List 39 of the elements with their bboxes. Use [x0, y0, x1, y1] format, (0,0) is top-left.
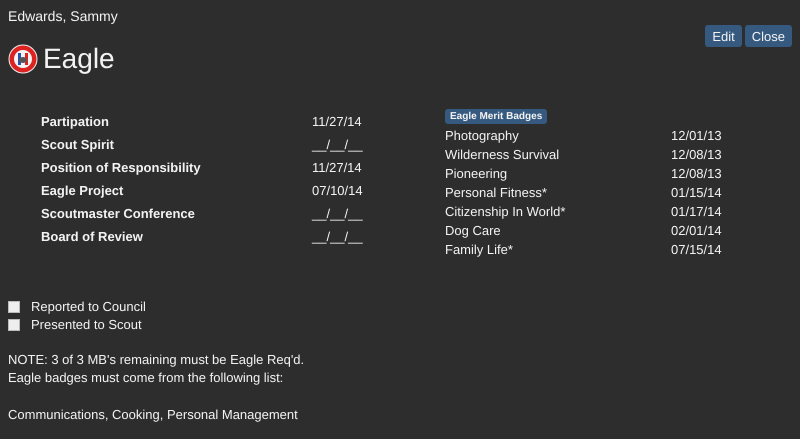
- scout-name: Edwards, Sammy: [8, 8, 118, 24]
- requirement-label: Partipation: [41, 114, 110, 131]
- section-tag: Eagle Merit Badges: [445, 109, 548, 124]
- merit-badge-name: Citizenship In World*: [445, 204, 566, 221]
- merit-badge-name: Personal Fitness*: [445, 185, 548, 202]
- merit-badge-date: 12/08/13: [671, 166, 723, 183]
- requirement-date: __/__/__: [312, 229, 364, 246]
- requirement-date: __/__/__: [312, 137, 364, 154]
- merit-badge-name: Pioneering: [445, 166, 508, 183]
- note-text: Eagle badges must come from the following list:: [8, 370, 284, 385]
- merit-badge-date: 12/01/13: [671, 128, 723, 145]
- badge-list-text: Communications, Cooking, Personal Management: [8, 407, 298, 422]
- requirement-label: Position of Responsibility: [41, 160, 202, 177]
- requirement-label: Scout Spirit: [41, 137, 115, 154]
- note-text: NOTE: 3 of 3 MB's remaining must be Eagle Req'd.: [8, 352, 306, 367]
- checkbox-label: Reported to Council: [31, 299, 146, 314]
- requirement-date: 07/10/14: [312, 183, 364, 200]
- checkbox[interactable]: [8, 300, 20, 312]
- merit-badge-date: 07/15/14: [671, 242, 723, 259]
- requirement-date: __/__/__: [312, 206, 364, 223]
- page-title: Eagle: [43, 43, 115, 75]
- requirement-date: 11/27/14: [312, 114, 363, 131]
- requirement-date: 11/27/14: [312, 160, 363, 177]
- merit-badge-date: 02/01/14: [671, 223, 723, 240]
- merit-badge-name: Dog Care: [445, 223, 502, 240]
- checkbox-label: Presented to Scout: [31, 317, 142, 332]
- merit-badge-date: 12/08/13: [671, 147, 723, 164]
- edit-button[interactable]: Edit: [705, 25, 742, 47]
- requirement-label: Board of Review: [41, 229, 144, 246]
- merit-badge-date: 01/15/14: [671, 185, 723, 202]
- close-button[interactable]: Close: [744, 25, 792, 47]
- requirement-label: Scoutmaster Conference: [41, 206, 196, 223]
- badge-emblem-icon: [8, 44, 38, 74]
- merit-badge-name: Family Life*: [445, 242, 514, 259]
- merit-badge-name: Photography: [445, 128, 520, 145]
- requirement-label: Eagle Project: [41, 183, 124, 200]
- merit-badge-name: Wilderness Survival: [445, 147, 560, 164]
- merit-badge-date: 01/17/14: [671, 204, 723, 221]
- checkbox[interactable]: [8, 318, 20, 330]
